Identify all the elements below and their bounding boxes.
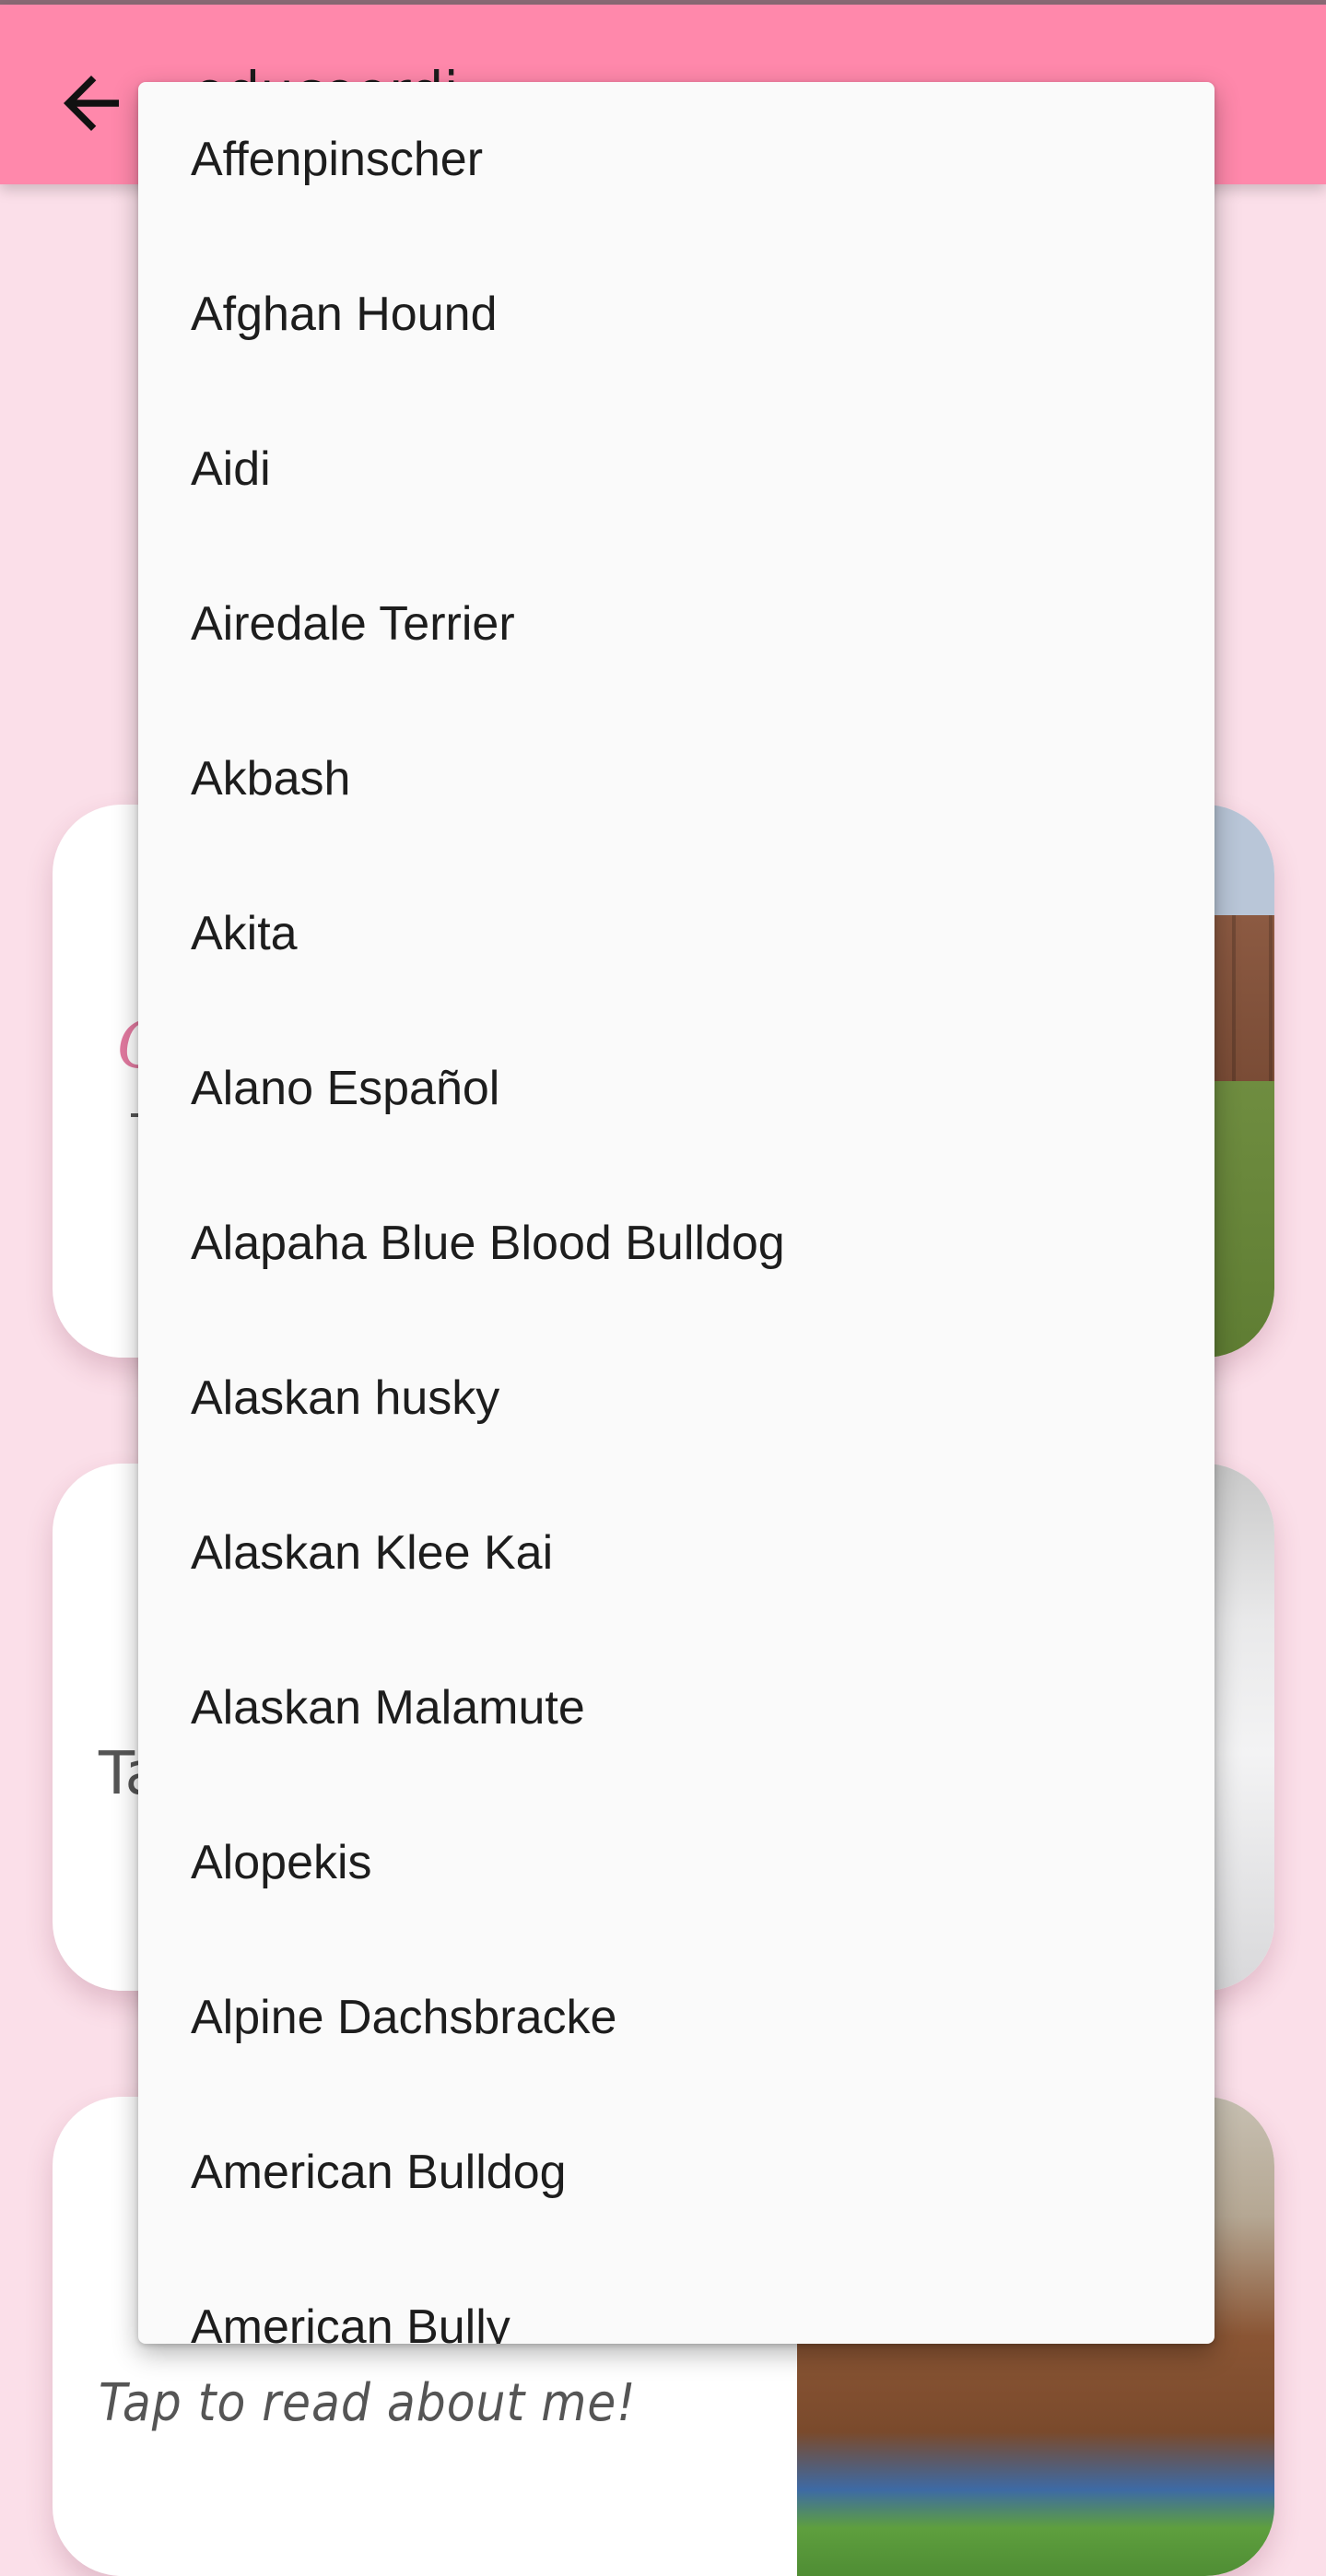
menu-item-american-bully[interactable]: American Bully (138, 2250, 1215, 2344)
menu-item-affenpinscher[interactable]: Affenpinscher (138, 82, 1215, 237)
menu-item-alaskan-malamute[interactable]: Alaskan Malamute (138, 1630, 1215, 1785)
menu-item-afghan-hound[interactable]: Afghan Hound (138, 237, 1215, 392)
menu-item-alaskan-husky[interactable]: Alaskan husky (138, 1321, 1215, 1476)
breed-dropdown-menu[interactable]: Affenpinscher Afghan Hound Aidi Airedale… (138, 82, 1215, 2344)
menu-item-alano-espanol[interactable]: Alano Español (138, 1011, 1215, 1166)
back-button[interactable] (50, 62, 133, 145)
menu-item-akita[interactable]: Akita (138, 856, 1215, 1011)
menu-item-alopekis[interactable]: Alopekis (138, 1785, 1215, 1940)
menu-item-alapaha-blue-blood-bulldog[interactable]: Alapaha Blue Blood Bulldog (138, 1166, 1215, 1321)
menu-item-alpine-dachsbracke[interactable]: Alpine Dachsbracke (138, 1940, 1215, 2095)
menu-item-aidi[interactable]: Aidi (138, 392, 1215, 547)
menu-item-american-bulldog[interactable]: American Bulldog (138, 2095, 1215, 2250)
arrow-back-icon (64, 76, 119, 131)
menu-item-airedale-terrier[interactable]: Airedale Terrier (138, 547, 1215, 701)
tap-to-read-label: Tap to read about me! (99, 2373, 637, 2433)
menu-item-alaskan-klee-kai[interactable]: Alaskan Klee Kai (138, 1476, 1215, 1630)
menu-item-akbash[interactable]: Akbash (138, 701, 1215, 856)
